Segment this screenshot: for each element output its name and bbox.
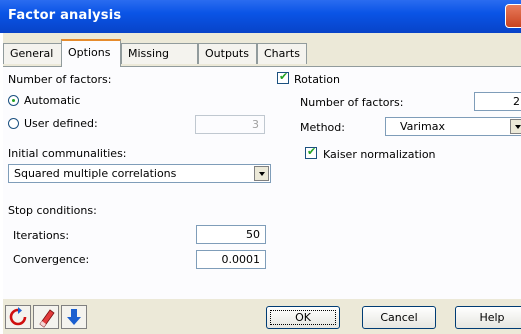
title-bar[interactable]: Factor analysis [0, 0, 521, 33]
convergence-input[interactable]: 0.0001 [196, 250, 266, 269]
radio-selected-dot [12, 99, 15, 102]
down-button[interactable] [61, 305, 87, 329]
chevron-down-icon [515, 125, 521, 129]
number-of-factors-label: Number of factors: [8, 73, 112, 86]
initial-communalities-value: Squared multiple correlations [14, 167, 177, 180]
method-value: Varimax [400, 120, 445, 133]
kaiser-normalization-label: Kaiser normalization [323, 148, 436, 161]
cancel-button[interactable]: Cancel [362, 306, 436, 329]
tab-strip: General Options Missing data Outputs Cha… [3, 33, 521, 80]
eraser-icon [39, 309, 55, 328]
convergence-label: Convergence: [13, 253, 90, 266]
reset-icon [9, 307, 27, 326]
automatic-label: Automatic [24, 94, 81, 107]
method-select[interactable]: Varimax [385, 117, 521, 136]
kaiser-normalization-checkbox[interactable]: ✔ [305, 145, 317, 159]
chevron-down-icon [259, 172, 265, 176]
rotation-number-of-factors-label: Number of factors: [300, 96, 404, 109]
reset-button[interactable] [5, 305, 31, 329]
dialog-title: Factor analysis [8, 8, 122, 23]
dialog-footer: OK Cancel Help [3, 299, 521, 334]
tab-charts[interactable]: Charts [257, 43, 307, 64]
user-defined-label: User defined: [24, 117, 98, 130]
user-defined-input[interactable]: 3 [195, 115, 265, 134]
stop-conditions-label: Stop conditions: [8, 204, 97, 217]
check-mark-icon: ✔ [307, 145, 317, 158]
dialog-body: General Options Missing data Outputs Cha… [3, 33, 521, 334]
rotation-number-of-factors-input[interactable]: 2 [474, 92, 521, 111]
user-defined-radio[interactable] [8, 118, 19, 129]
help-button[interactable]: Help [455, 306, 521, 329]
tab-missing-data[interactable]: Missing data [121, 43, 198, 80]
automatic-radio[interactable] [8, 95, 19, 106]
rotation-checkbox[interactable]: ✔ [277, 70, 289, 84]
dropdown-button[interactable] [254, 166, 269, 181]
tab-outputs[interactable]: Outputs [198, 43, 257, 64]
method-dropdown-button[interactable] [510, 119, 521, 134]
initial-communalities-select[interactable]: Squared multiple correlations [8, 164, 271, 183]
iterations-label: Iterations: [13, 229, 70, 242]
options-panel: Number of factors: Automatic User define… [3, 67, 521, 299]
rotation-label: Rotation [294, 73, 341, 86]
focus-ring [270, 310, 336, 325]
close-button[interactable] [505, 4, 521, 28]
factor-analysis-dialog: Factor analysis General Options Missing … [0, 0, 521, 334]
iterations-input[interactable]: 50 [196, 225, 266, 244]
ok-button[interactable]: OK [266, 306, 340, 329]
down-arrow-icon [67, 309, 81, 325]
initial-communalities-label: Initial communalities: [8, 147, 127, 160]
check-mark-icon: ✔ [279, 70, 289, 83]
clear-button[interactable] [33, 305, 59, 329]
tab-options[interactable]: Options [61, 39, 121, 67]
method-label: Method: [300, 121, 345, 134]
tab-general[interactable]: General [3, 43, 63, 64]
